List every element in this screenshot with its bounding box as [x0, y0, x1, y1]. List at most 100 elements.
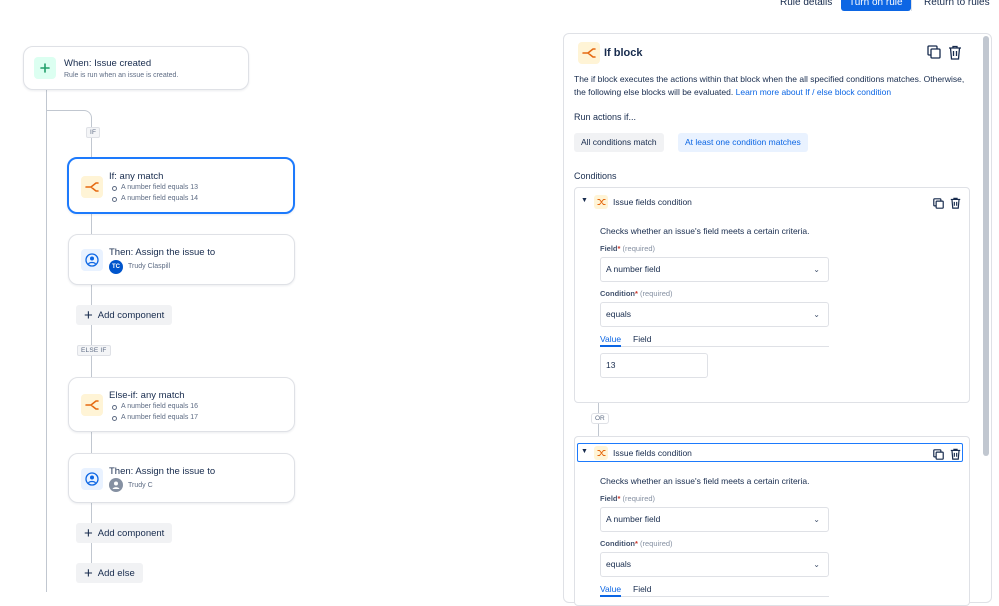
- condition-hint-1: (required): [640, 289, 673, 298]
- required-marker: *: [635, 289, 638, 298]
- condition-label-1: Condition* (required): [600, 289, 673, 298]
- user-circle-icon: [81, 468, 103, 490]
- trigger-subtitle: Rule is run when an issue is created.: [64, 72, 179, 79]
- run-actions-label: Run actions if...: [574, 112, 637, 122]
- add-else-button[interactable]: + Add else: [76, 563, 143, 583]
- value-field-tabs-1: Value Field: [600, 333, 829, 347]
- at-least-one-option[interactable]: At least one condition matches: [678, 133, 808, 152]
- panel-scrollbar[interactable]: [983, 36, 989, 456]
- chevron-down-icon: ⌄: [813, 265, 820, 274]
- if-block-card[interactable]: If: any match A number field equals 13 A…: [67, 157, 295, 214]
- condition-select-2[interactable]: equals ⌄: [600, 552, 829, 577]
- if-condition-2: A number field equals 14: [111, 195, 199, 202]
- condition-label-text-2: Condition: [600, 539, 635, 548]
- chevron-down-icon: ⌄: [813, 310, 820, 319]
- field-hint-1: (required): [622, 244, 656, 253]
- tab-field-2[interactable]: Field: [633, 583, 651, 595]
- trigger-title: When: Issue created: [64, 58, 152, 69]
- assignee-name-2: Trudy C: [128, 482, 153, 489]
- required-marker: *: [635, 539, 638, 548]
- condition-name-1: Issue fields condition: [613, 197, 692, 207]
- add-component-button-2[interactable]: + Add component: [76, 523, 173, 543]
- field-label-text-1: Field: [600, 244, 618, 253]
- copy-icon[interactable]: [927, 45, 941, 64]
- plus-icon: +: [84, 524, 93, 542]
- trash-icon[interactable]: [950, 196, 961, 214]
- conditions-label: Conditions: [574, 171, 617, 181]
- branch-icon: [81, 176, 103, 198]
- field-label-1: Field* (required): [600, 244, 655, 253]
- field-label-text-2: Field: [600, 494, 618, 503]
- if-tag: IF: [86, 127, 101, 138]
- chevron-down-icon: ⌄: [813, 515, 820, 524]
- plus-icon: [34, 57, 56, 79]
- condition-name-2: Issue fields condition: [613, 448, 692, 458]
- rule-details-button[interactable]: Rule details: [772, 0, 840, 11]
- shuffle-icon: [594, 446, 608, 460]
- avatar: [109, 478, 123, 492]
- then-assign-card-2[interactable]: Then: Assign the issue to Trudy C: [68, 453, 295, 503]
- condition-select-1[interactable]: equals ⌄: [600, 302, 829, 327]
- branch-icon: [81, 394, 103, 416]
- required-marker: *: [617, 244, 621, 253]
- assignee-name-1: Trudy Claspill: [128, 263, 171, 270]
- all-conditions-option[interactable]: All conditions match: [574, 133, 664, 152]
- chevron-down-icon[interactable]: ▼: [581, 197, 588, 204]
- condition-label-text-1: Condition: [600, 289, 635, 298]
- then-assign-card-1[interactable]: Then: Assign the issue to TC Trudy Clasp…: [68, 234, 295, 285]
- else-if-condition-2: A number field equals 17: [111, 414, 199, 421]
- if-condition-1: A number field equals 13: [111, 184, 199, 191]
- field-select-value-1: A number field: [606, 264, 661, 274]
- field-select-value-2: A number field: [606, 514, 661, 524]
- shuffle-icon: [594, 195, 608, 209]
- branch-icon: [578, 42, 600, 64]
- condition-hint-2: (required): [640, 539, 673, 548]
- condition-select-value-2: equals: [606, 559, 632, 569]
- or-tag: OR: [591, 413, 609, 424]
- tab-value-1[interactable]: Value: [600, 333, 622, 347]
- field-hint-2: (required): [622, 494, 656, 503]
- learn-more-link[interactable]: Learn more about If / else block conditi…: [736, 87, 891, 97]
- field-select-2[interactable]: A number field ⌄: [600, 507, 829, 532]
- trash-icon[interactable]: [948, 45, 962, 65]
- if-block-title: If: any match: [109, 171, 164, 182]
- condition-select-value-1: equals: [606, 309, 632, 319]
- then-title-1: Then: Assign the issue to: [109, 247, 216, 258]
- chevron-down-icon: ⌄: [813, 560, 820, 569]
- trash-icon[interactable]: [950, 447, 961, 465]
- condition-description-2: Checks whether an issue's field meets a …: [600, 476, 810, 486]
- tab-value-2[interactable]: Value: [600, 583, 622, 597]
- condition-description-1: Checks whether an issue's field meets a …: [600, 226, 810, 236]
- turn-on-rule-button[interactable]: Turn on rule: [841, 0, 911, 11]
- copy-icon[interactable]: [933, 196, 944, 214]
- panel-description: The if block executes the actions within…: [574, 73, 974, 98]
- else-if-condition-1: A number field equals 16: [111, 403, 199, 410]
- else-if-tag: ELSE IF: [77, 345, 111, 356]
- else-if-title: Else-if: any match: [109, 390, 185, 401]
- value-field-tabs-2: Value Field: [600, 583, 829, 597]
- avatar: TC: [109, 260, 123, 274]
- plus-icon: +: [84, 564, 93, 582]
- field-label-2: Field* (required): [600, 494, 655, 503]
- panel-title: If block: [604, 47, 643, 59]
- flow-line-main: [46, 90, 47, 592]
- else-if-block-card[interactable]: Else-if: any match A number field equals…: [68, 377, 295, 432]
- then-title-2: Then: Assign the issue to: [109, 466, 216, 477]
- add-component-label-2: Add component: [97, 527, 165, 539]
- copy-icon[interactable]: [933, 447, 944, 465]
- trigger-card[interactable]: When: Issue created Rule is run when an …: [23, 46, 249, 90]
- top-divider: [911, 0, 912, 11]
- flow-branch-curve: [46, 110, 92, 124]
- required-marker: *: [617, 494, 621, 503]
- add-component-button-1[interactable]: + Add component: [76, 305, 173, 325]
- condition-label-2: Condition* (required): [600, 539, 673, 548]
- tab-field-1[interactable]: Field: [633, 333, 651, 345]
- add-else-label: Add else: [97, 567, 135, 579]
- field-select-1[interactable]: A number field ⌄: [600, 257, 829, 282]
- add-component-label-1: Add component: [97, 309, 165, 321]
- value-input-1[interactable]: 13: [600, 353, 708, 378]
- plus-icon: +: [84, 306, 93, 324]
- user-circle-icon: [81, 249, 103, 271]
- return-to-rules-button[interactable]: Return to rules: [916, 0, 998, 11]
- chevron-down-icon[interactable]: ▼: [581, 448, 588, 455]
